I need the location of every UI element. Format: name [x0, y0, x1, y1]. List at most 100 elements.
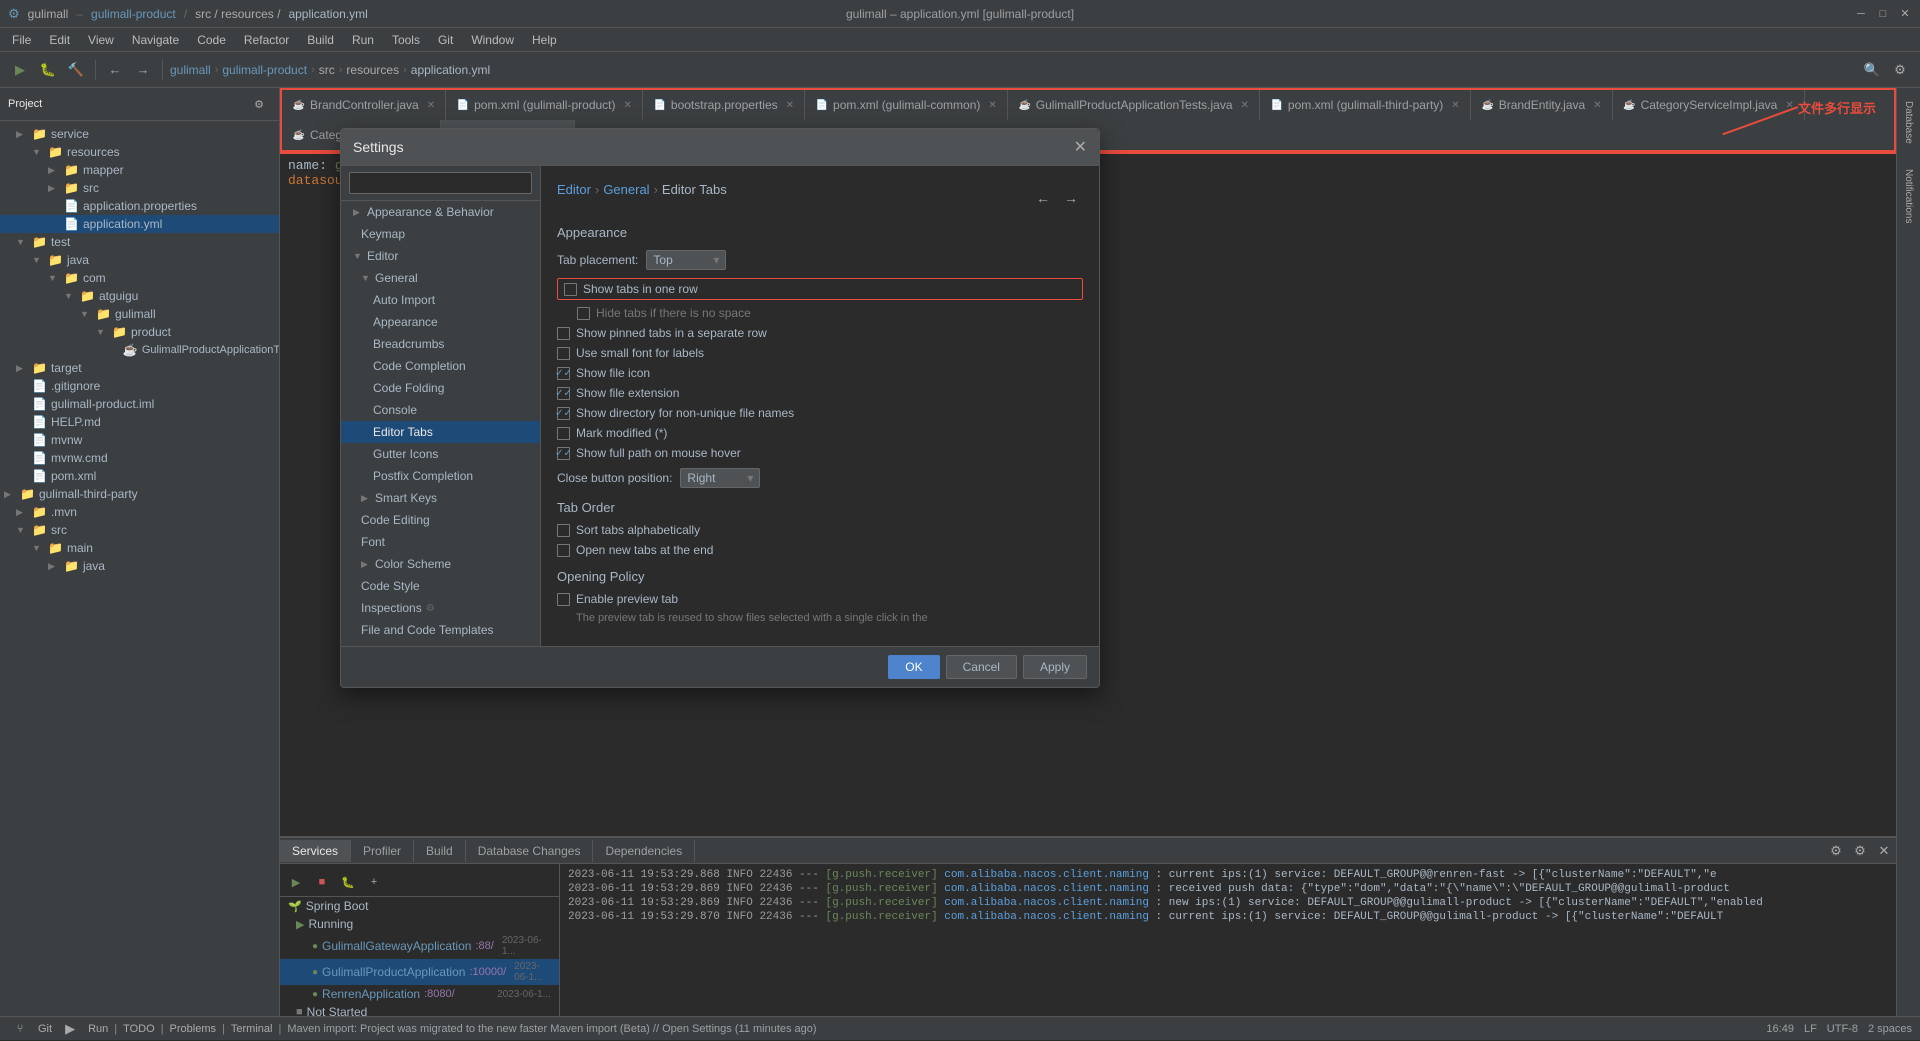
tree-java2[interactable]: ▶📁java [0, 557, 279, 575]
settings-code-completion[interactable]: Code Completion [341, 355, 540, 377]
menu-refactor[interactable]: Refactor [236, 31, 297, 49]
settings-color-scheme[interactable]: ▶Color Scheme [341, 553, 540, 575]
menu-build[interactable]: Build [299, 31, 342, 49]
menu-git[interactable]: Git [430, 31, 461, 49]
status-git-label[interactable]: Git [38, 1023, 52, 1035]
tab-dependencies[interactable]: Dependencies [593, 840, 695, 862]
tab-close-icon[interactable]: ✕ [988, 100, 996, 111]
tree-mvnw-cmd[interactable]: ▶📄mvnw.cmd [0, 449, 279, 467]
settings-auto-import[interactable]: Auto Import [341, 289, 540, 311]
show-tabs-one-row-checkbox[interactable] [564, 283, 577, 296]
tab-build[interactable]: Build [414, 840, 466, 862]
tree-src[interactable]: ▶📁src [0, 179, 279, 197]
tree-test[interactable]: ▼📁test [0, 233, 279, 251]
settings-code-folding[interactable]: Code Folding [341, 377, 540, 399]
status-git-btn[interactable]: ⑂ [8, 1017, 32, 1041]
minimize-button[interactable]: ─ [1854, 7, 1868, 21]
settings-inspections[interactable]: Inspections ⚙ [341, 597, 540, 619]
settings-editor[interactable]: ▼Editor [341, 245, 540, 267]
toolbar-build-btn[interactable]: 🔨 [64, 58, 88, 82]
tree-mvn[interactable]: ▶📁.mvn [0, 503, 279, 521]
status-spaces[interactable]: 2 spaces [1868, 1023, 1912, 1035]
toolbar-settings-btn[interactable]: ⚙ [1888, 58, 1912, 82]
tab-brand-entity[interactable]: ☕ BrandEntity.java ✕ [1471, 90, 1613, 120]
tab-close-icon[interactable]: ✕ [427, 100, 435, 111]
tree-iml[interactable]: ▶📄gulimall-product.iml [0, 395, 279, 413]
settings-code-style[interactable]: Code Style [341, 575, 540, 597]
menu-tools[interactable]: Tools [384, 31, 428, 49]
ok-button[interactable]: OK [888, 655, 939, 679]
open-new-end-checkbox[interactable] [557, 544, 570, 557]
tab-services[interactable]: Services [280, 840, 351, 862]
tree-service[interactable]: ▶📁service [0, 125, 279, 143]
mark-modified-checkbox[interactable] [557, 427, 570, 440]
svc-product[interactable]: ● GulimallProductApplication :10000/ 202… [280, 959, 559, 985]
tree-app-tests[interactable]: ▶☕GulimallProductApplicationTests [0, 341, 279, 359]
tree-mapper[interactable]: ▶📁mapper [0, 161, 279, 179]
status-crlf[interactable]: LF [1804, 1023, 1817, 1035]
apply-button[interactable]: Apply [1023, 655, 1087, 679]
settings-search-input[interactable] [349, 172, 532, 194]
settings-code-editing[interactable]: Code Editing [341, 509, 540, 531]
tab-close-icon[interactable]: ✕ [1241, 100, 1249, 111]
breadcrumb-general[interactable]: General [603, 182, 649, 197]
status-run-btn[interactable]: ▶ [58, 1017, 82, 1041]
tree-main[interactable]: ▼📁main [0, 539, 279, 557]
right-db-btn[interactable]: Database [1897, 92, 1920, 152]
sidebar-settings-btn[interactable]: ⚙ [247, 92, 271, 116]
toolbar-run-btn[interactable]: ▶ [8, 58, 32, 82]
settings-breadcrumbs[interactable]: Breadcrumbs [341, 333, 540, 355]
settings-appearance[interactable]: Appearance [341, 311, 540, 333]
show-directory-checkbox[interactable]: ✓ [557, 407, 570, 420]
svc-not-started[interactable]: ■Not Started [280, 1003, 559, 1016]
settings-console[interactable]: Console [341, 399, 540, 421]
show-file-icon-checkbox[interactable]: ✓ [557, 367, 570, 380]
panel-settings-btn[interactable]: ⚙ [1824, 839, 1848, 863]
svc-running[interactable]: ▶Running [280, 915, 559, 933]
status-terminal[interactable]: Terminal [231, 1023, 273, 1035]
tree-app-yml[interactable]: ▶📄application.yml [0, 215, 279, 233]
show-extension-checkbox[interactable]: ✓ [557, 387, 570, 400]
breadcrumb-editor[interactable]: Editor [557, 182, 591, 197]
nav-back-btn[interactable]: ← [1031, 186, 1055, 210]
services-stop-btn[interactable]: ■ [310, 870, 334, 894]
services-debug-btn[interactable]: 🐛 [336, 870, 360, 894]
menu-run[interactable]: Run [344, 31, 382, 49]
tree-java[interactable]: ▼📁java [0, 251, 279, 269]
show-full-path-checkbox[interactable]: ✓ [557, 447, 570, 460]
menu-help[interactable]: Help [524, 31, 565, 49]
tree-mvnw[interactable]: ▶📄mvnw [0, 431, 279, 449]
tab-brand-controller[interactable]: ☕ BrandController.java ✕ [282, 90, 446, 120]
toolbar-debug-btn[interactable]: 🐛 [36, 58, 60, 82]
sort-alpha-checkbox[interactable] [557, 524, 570, 537]
menu-view[interactable]: View [80, 31, 122, 49]
tree-com[interactable]: ▼📁com [0, 269, 279, 287]
tree-gulimall[interactable]: ▼📁gulimall [0, 305, 279, 323]
tab-placement-select[interactable]: Top [646, 250, 726, 270]
dialog-close-button[interactable]: ✕ [1074, 137, 1087, 157]
toolbar-forward-btn[interactable]: → [131, 58, 155, 82]
toolbar-search-btn[interactable]: 🔍 [1860, 58, 1884, 82]
settings-gutter-icons[interactable]: Gutter Icons [341, 443, 540, 465]
menu-window[interactable]: Window [463, 31, 522, 49]
tab-close-icon[interactable]: ✕ [624, 100, 632, 111]
small-font-checkbox[interactable] [557, 347, 570, 360]
settings-smart-keys[interactable]: ▶Smart Keys [341, 487, 540, 509]
status-problems[interactable]: Problems [170, 1023, 216, 1035]
tree-help[interactable]: ▶📄HELP.md [0, 413, 279, 431]
nav-forward-btn[interactable]: → [1059, 186, 1083, 210]
settings-general[interactable]: ▼General [341, 267, 540, 289]
tree-gitignore[interactable]: ▶📄.gitignore [0, 377, 279, 395]
tree-app-props[interactable]: ▶📄application.properties [0, 197, 279, 215]
panel-config-btn[interactable]: ⚙ [1848, 839, 1872, 863]
panel-close-btn[interactable]: ✕ [1872, 839, 1896, 863]
tab-close-icon[interactable]: ✕ [1593, 100, 1601, 111]
close-button[interactable]: ✕ [1898, 7, 1912, 21]
tab-pom-common[interactable]: 📄 pom.xml (gulimall-common) ✕ [805, 90, 1008, 120]
tab-pom-third[interactable]: 📄 pom.xml (gulimall-third-party) ✕ [1260, 90, 1471, 120]
tree-resources[interactable]: ▼📁resources [0, 143, 279, 161]
tree-product[interactable]: ▼📁product [0, 323, 279, 341]
menu-file[interactable]: File [4, 31, 39, 49]
menu-code[interactable]: Code [189, 31, 234, 49]
svc-gateway[interactable]: ● GulimallGatewayApplication :88/ 2023-0… [280, 933, 559, 959]
